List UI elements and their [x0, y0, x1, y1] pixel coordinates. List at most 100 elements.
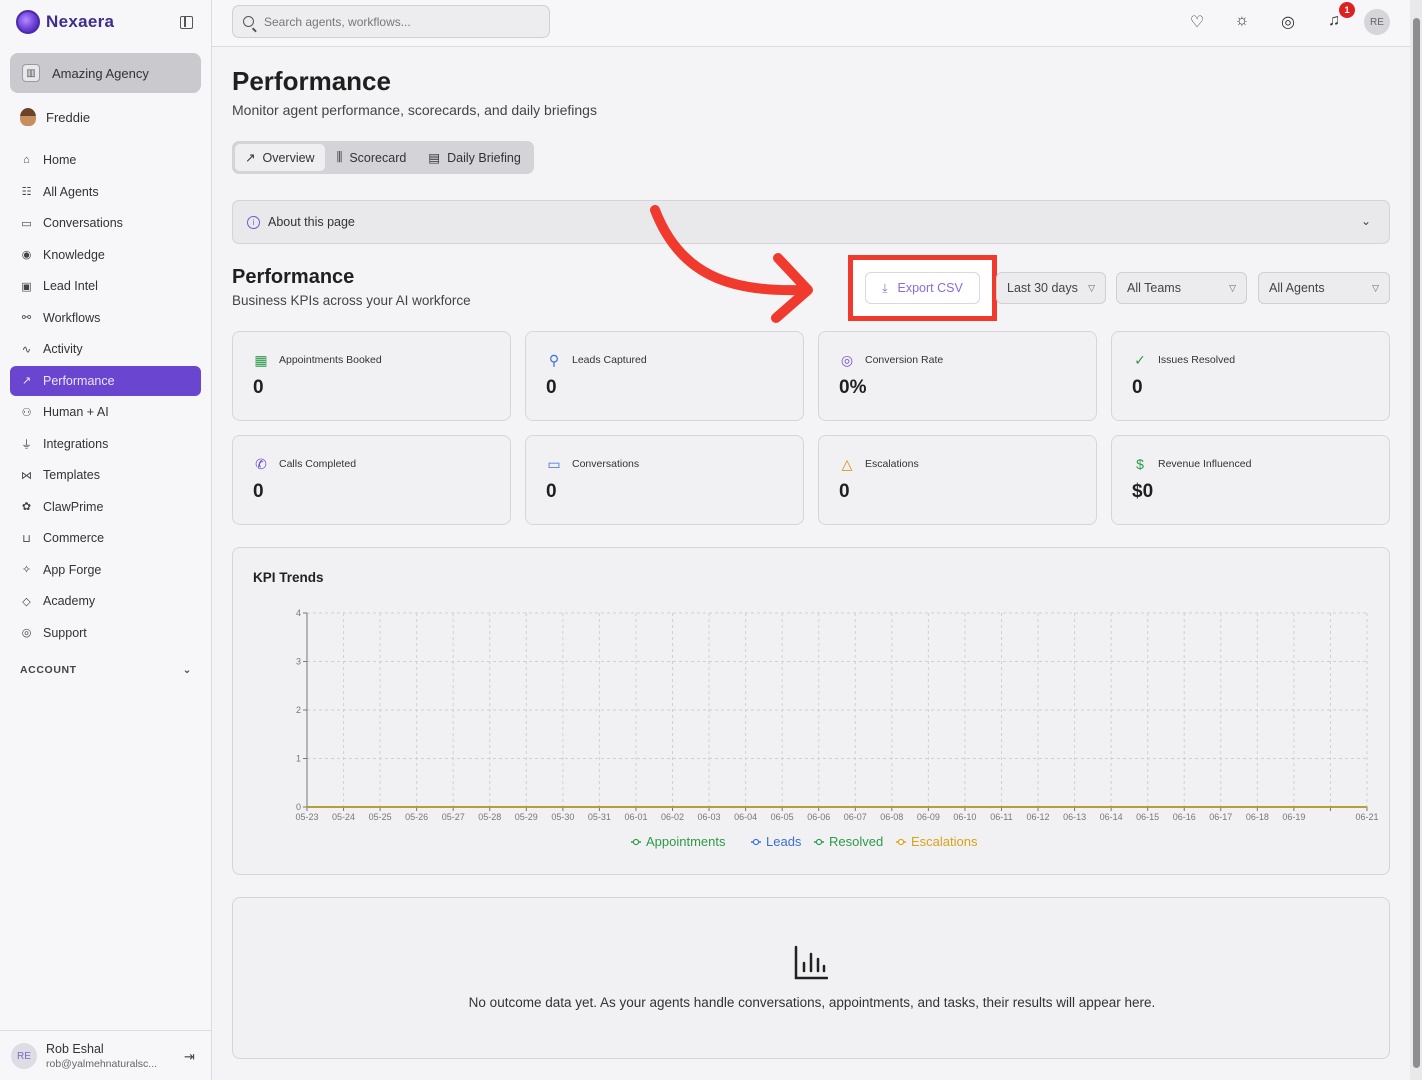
sidebar-item-label: Support: [43, 625, 87, 640]
section-title: Performance: [232, 266, 355, 288]
tab-overview[interactable]: ↗ Overview: [235, 144, 325, 171]
sidebar-collapse-icon[interactable]: [180, 16, 193, 29]
x-tick-label: 05-29: [515, 812, 538, 822]
x-tick-label: 06-01: [624, 812, 647, 822]
app-name: Nexaera: [46, 12, 115, 31]
sidebar-item-lead-intel[interactable]: ▣ Lead Intel: [10, 271, 201, 301]
sidebar-item-commerce[interactable]: ⊔ Commerce: [10, 523, 201, 553]
search-box[interactable]: [232, 5, 550, 38]
sidebar-item-integrations[interactable]: ⏚ Integrations: [10, 429, 201, 459]
sidebar-item-label: Conversations: [43, 216, 123, 230]
sidebar-item-label: All Agents: [43, 184, 99, 199]
target-icon: ◎: [840, 352, 854, 368]
sidebar-item-performance[interactable]: ↗ Performance: [10, 365, 201, 396]
agency-switcher[interactable]: ▥ Amazing Agency: [10, 53, 201, 93]
kpi-value: 0%: [839, 377, 867, 398]
footer-user-email: rob@yalmehnaturalsc...: [46, 1058, 158, 1070]
x-tick-label: 05-23: [295, 812, 318, 822]
x-tick-label: 06-17: [1209, 812, 1232, 822]
sun-icon[interactable]: ☼: [1232, 12, 1252, 30]
x-tick-label: 06-15: [1136, 812, 1159, 822]
sidebar-item-label: Activity: [43, 342, 83, 356]
teams-value: All Teams: [1127, 281, 1181, 295]
user-plus-icon: ⚲: [548, 352, 560, 368]
bar-chart-icon: [794, 945, 828, 980]
footer-user-name: Rob Eshal: [46, 1042, 104, 1056]
kpi-card: ⚲ Leads Captured 0: [525, 331, 804, 421]
app-logo[interactable]: Nexaera: [16, 10, 114, 34]
x-tick-label: 05-25: [369, 812, 392, 822]
sidebar-item-label: Knowledge: [43, 247, 105, 262]
sidebar-item-activity[interactable]: ∿ Activity: [10, 334, 201, 364]
sidebar-item-academy[interactable]: ◇ Academy: [10, 586, 201, 616]
x-tick-label: 06-13: [1063, 812, 1086, 822]
kpi-trends-card: KPI Trends 0 1 2 3 4 05-23 05-24 05-25 05-26 05-2…: [232, 547, 1390, 875]
alert-triangle-icon: △: [841, 456, 853, 472]
legend-marker: [897, 838, 905, 846]
sidebar-item-label: Integrations: [43, 436, 109, 451]
kpi-label: Revenue Influenced: [1158, 458, 1252, 470]
chevron-down-icon: ▽: [1229, 282, 1236, 293]
x-tick-label: 06-18: [1246, 812, 1269, 822]
top-avatar[interactable]: RE: [1364, 9, 1390, 35]
sidebar-item-app-forge[interactable]: ✧ App Forge: [10, 555, 201, 585]
tab-label: Scorecard: [349, 150, 407, 165]
legend-marker: [815, 838, 823, 846]
x-tick-label: 06-09: [917, 812, 940, 822]
search-input[interactable]: [264, 14, 524, 29]
legend-label: Resolved: [829, 834, 883, 849]
kpi-value: 0: [253, 481, 264, 502]
sidebar-item-knowledge[interactable]: ◉ Knowledge: [10, 240, 201, 270]
sparkles-icon: ✧: [21, 564, 32, 576]
sidebar-item-human-ai[interactable]: ⚇ Human + AI: [10, 397, 201, 427]
kpi-label: Appointments Booked: [279, 354, 382, 366]
y-tick-label: 1: [296, 754, 301, 764]
notification-badge: 1: [1339, 2, 1355, 18]
chat-icon: ▭: [547, 456, 561, 472]
x-tick-label: 06-16: [1173, 812, 1196, 822]
legend-marker: [752, 838, 760, 846]
tab-scorecard[interactable]: ⫼ Scorecard: [327, 144, 417, 171]
x-tick-label: 05-31: [588, 812, 611, 822]
kpi-label: Conversations: [572, 458, 640, 470]
sidebar-item-label: Lead Intel: [43, 279, 98, 293]
agency-name: Amazing Agency: [52, 65, 149, 81]
sidebar-item-label: Academy: [43, 594, 96, 608]
kpi-trends-chart: 0 1 2 3 4 05-23 05-24 05-25 05-26 05-27 05-28 05-29…: [295, 608, 1378, 849]
tab-label: Overview: [262, 150, 315, 165]
sidebar-item-templates[interactable]: ⋈ Templates: [10, 460, 201, 490]
sidebar-item-support[interactable]: ◎ Support: [10, 618, 201, 648]
sidebar-item-all-agents[interactable]: ☷ All Agents: [10, 177, 201, 207]
account-section-toggle[interactable]: ACCOUNT ⌄: [20, 664, 192, 676]
user-avatar: [20, 108, 36, 126]
help-icon[interactable]: ◎: [1278, 12, 1298, 32]
building-icon: ▥: [22, 64, 40, 82]
date-range-select[interactable]: Last 30 days ▽: [996, 272, 1106, 304]
sidebar-item-clawprime[interactable]: ✿ ClawPrime: [10, 492, 201, 522]
kpi-card: ▭ Conversations 0: [525, 435, 804, 525]
check-circle-icon: ✓: [1134, 352, 1146, 368]
footer-avatar[interactable]: RE: [11, 1043, 37, 1069]
paw-icon: ✿: [21, 501, 32, 513]
export-csv-button[interactable]: ⤓ Export CSV: [865, 272, 980, 304]
legend-label: Appointments: [646, 834, 726, 849]
phone-icon: ✆: [255, 456, 267, 472]
teams-select[interactable]: All Teams ▽: [1116, 272, 1247, 304]
sidebar-item-home[interactable]: ⌂ Home: [10, 145, 201, 175]
sidebar-item-label: App Forge: [43, 562, 102, 577]
heart-icon[interactable]: ♡: [1187, 12, 1207, 32]
sidebar-item-conversations[interactable]: ▭ Conversations: [10, 208, 201, 238]
tab-daily-briefing[interactable]: ▤ Daily Briefing: [418, 144, 530, 171]
kpi-label: Conversion Rate: [865, 354, 944, 366]
about-accordion[interactable]: i About this page ⌄: [232, 200, 1390, 244]
logout-icon[interactable]: ⇥: [184, 1049, 195, 1065]
kpi-card: ✓ Issues Resolved 0: [1111, 331, 1390, 421]
agents-select[interactable]: All Agents ▽: [1258, 272, 1390, 304]
sidebar-item-workflows[interactable]: ⚯ Workflows: [10, 303, 201, 333]
current-user[interactable]: Freddie: [20, 108, 90, 126]
empty-state-text: No outcome data yet. As your agents hand…: [468, 995, 1156, 1010]
legend-marker: [632, 838, 640, 846]
kpi-card: ◎ Conversion Rate 0%: [818, 331, 1097, 421]
scrollbar-thumb[interactable]: [1413, 18, 1420, 1068]
x-tick-label: 06-14: [1100, 812, 1123, 822]
